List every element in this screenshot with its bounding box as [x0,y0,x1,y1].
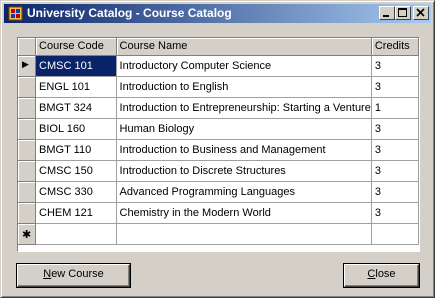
close-label: lose [375,268,396,280]
table-row[interactable]: CMSC 150 Introduction to Discrete Structu… [18,160,419,182]
cell-course-code[interactable]: CMSC 101 [35,55,117,77]
app-icon [8,6,23,21]
row-header-cell[interactable] [18,202,37,224]
cell-credits[interactable]: 3 [371,55,419,77]
cell-credits[interactable]: 3 [371,76,419,98]
cell-course-code[interactable]: CMSC 150 [35,160,117,182]
column-header-credits[interactable]: Credits [371,38,419,56]
row-header-cell[interactable]: ✱ [18,223,37,245]
close-window-button[interactable] [413,6,429,20]
cell-course-name[interactable]: Introduction to English [116,76,372,98]
cell-course-name[interactable]: Introduction to Discrete Structures [116,160,372,182]
new-cell-credits[interactable] [371,223,419,245]
maximize-button[interactable] [395,6,411,20]
course-catalog-window: University Catalog - Course Catalog Cour… [0,0,435,298]
cell-credits[interactable]: 3 [371,139,419,161]
cell-course-code[interactable]: BMGT 110 [35,139,117,161]
row-header-cell[interactable] [18,160,37,182]
new-course-label: ew Course [51,268,104,280]
new-row[interactable]: ✱ [18,223,419,245]
row-header-cell[interactable] [18,97,37,119]
cell-credits[interactable]: 3 [371,181,419,203]
corner-header-cell[interactable] [18,38,37,56]
new-cell-course-code[interactable] [35,223,117,245]
row-header-cell[interactable] [18,181,37,203]
maximize-icon [398,8,407,17]
minimize-icon [383,15,389,17]
cell-credits[interactable]: 3 [371,160,419,182]
row-header-cell[interactable] [18,76,37,98]
table-row[interactable]: BMGT 324 Introduction to Entrepreneurship… [18,97,419,119]
cell-course-code[interactable]: ENGL 101 [35,76,117,98]
cell-course-name[interactable]: Introduction to Business and Management [116,139,372,161]
cell-course-name[interactable]: Introduction to Entrepreneurship: Starti… [116,97,372,119]
row-header-cell[interactable]: ▶ [18,55,37,77]
cell-course-name[interactable]: Advanced Programming Languages [116,181,372,203]
new-course-mnemonic: N [43,268,52,280]
cell-course-name[interactable]: Human Biology [116,118,372,140]
table-row[interactable]: BMGT 110 Introduction to Business and Man… [18,139,419,161]
course-grid[interactable]: Course Code Course Name Credits ▶ CMSC 10… [17,37,420,252]
title-bar[interactable]: University Catalog - Course Catalog [4,4,431,23]
cell-course-code[interactable]: BIOL 160 [35,118,117,140]
cell-credits[interactable]: 1 [371,97,419,119]
table-row[interactable]: CHEM 121 Chemistry in the Modern World 3 [18,202,419,224]
minimize-button[interactable] [379,6,395,20]
cell-course-code[interactable]: CMSC 330 [35,181,117,203]
close-button[interactable]: Close [343,263,420,288]
row-header-cell[interactable] [18,118,37,140]
cell-course-code[interactable]: CHEM 121 [35,202,117,224]
cell-credits[interactable]: 3 [371,118,419,140]
new-course-button[interactable]: New Course [16,263,131,288]
header-row: Course Code Course Name Credits [18,38,419,56]
cell-credits[interactable]: 3 [371,202,419,224]
close-icon [416,8,425,17]
new-cell-course-name[interactable] [116,223,372,245]
table-row[interactable]: BIOL 160 Human Biology 3 [18,118,419,140]
table-row[interactable]: CMSC 330 Advanced Programming Languages 3 [18,181,419,203]
table-row[interactable]: ENGL 101 Introduction to English 3 [18,76,419,98]
cell-course-code[interactable]: BMGT 324 [35,97,117,119]
current-row-arrow-icon: ▶ [22,58,29,69]
row-header-cell[interactable] [18,139,37,161]
new-row-star-icon: ✱ [22,228,32,241]
column-header-course-code[interactable]: Course Code [35,38,117,56]
cell-course-name[interactable]: Introductory Computer Science [116,55,372,77]
table-row[interactable]: ▶ CMSC 101 Introductory Computer Science 3 [18,55,419,77]
cell-course-name[interactable]: Chemistry in the Modern World [116,202,372,224]
window-title: University Catalog - Course Catalog [27,6,232,20]
column-header-course-name[interactable]: Course Name [116,38,372,56]
